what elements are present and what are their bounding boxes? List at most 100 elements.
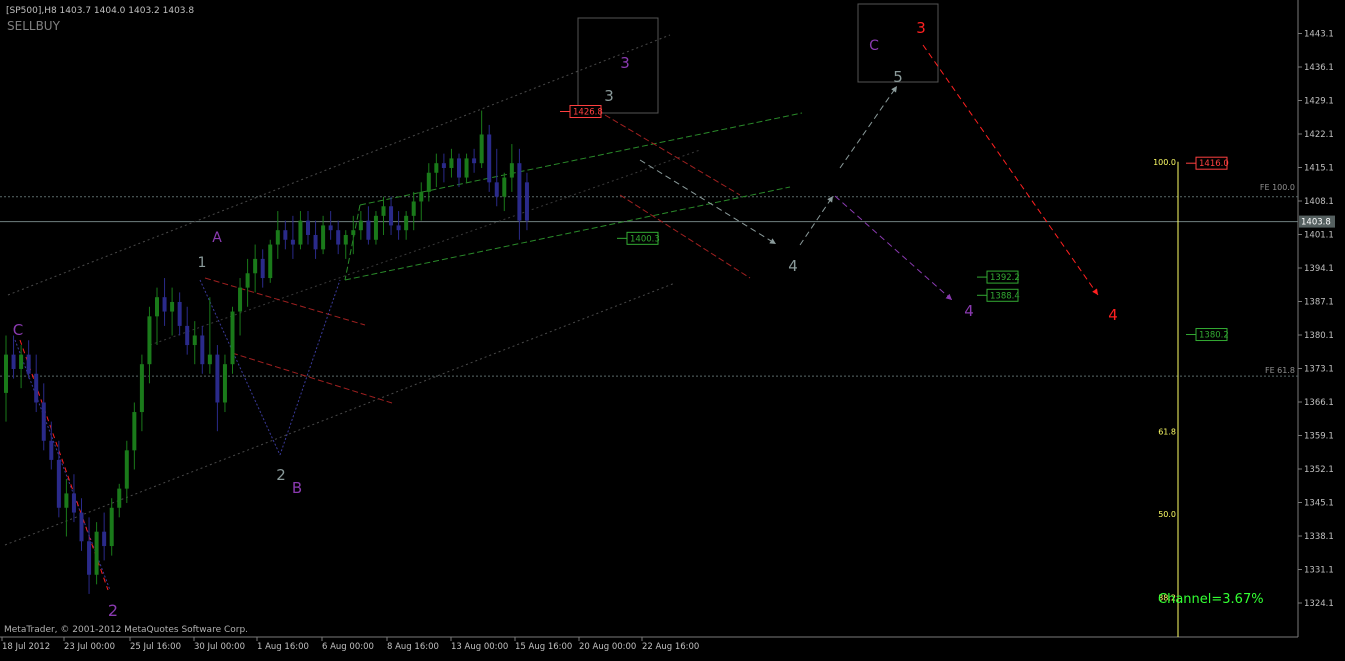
price-marker-label: 1416.0 (1199, 159, 1229, 169)
candle-body (404, 215, 409, 231)
wave-label-purple: 2 (108, 601, 118, 620)
candle-body (49, 440, 54, 460)
price-tick-label: 1408.1 (1304, 197, 1334, 207)
candle-body (290, 239, 295, 245)
candle-body (222, 364, 227, 403)
candle-body (472, 158, 477, 164)
price-tick-label: 1352.1 (1304, 465, 1334, 475)
candle-body (336, 230, 341, 245)
candle-body (321, 225, 326, 250)
wave-label-gray: 4 (788, 257, 798, 275)
candle-body (64, 493, 69, 508)
candle-body (449, 158, 454, 168)
time-tick-label: 20 Aug 00:00 (579, 642, 636, 652)
candle-body (411, 201, 416, 216)
candle-body (396, 225, 401, 231)
candle-body (41, 402, 46, 441)
candle-body (426, 172, 431, 192)
candle-body (200, 335, 205, 365)
candle-body (275, 230, 280, 245)
candle-body (253, 258, 258, 274)
copyright-text: MetaTrader, © 2001-2012 MetaQuotes Softw… (4, 625, 248, 635)
wave-label-gray: 5 (893, 68, 903, 86)
candle-body (102, 531, 107, 547)
price-tick-label: 1443.1 (1304, 30, 1334, 40)
price-tick-label: 1422.1 (1304, 130, 1334, 140)
price-marker-label: 1388.4 (990, 291, 1020, 301)
time-tick-label: 30 Jul 00:00 (194, 642, 245, 652)
fe-level-label: FE 100.0 (1260, 183, 1295, 192)
candle-body (238, 287, 243, 312)
price-tick-label: 1359.1 (1304, 432, 1334, 442)
candle-body (215, 354, 220, 403)
candle-body (162, 297, 167, 312)
price-tick-label: 1366.1 (1304, 398, 1334, 408)
candle-body (366, 220, 371, 240)
candle-body (457, 158, 461, 178)
candle-body (19, 354, 24, 369)
price-tick-label: 1429.1 (1304, 97, 1334, 107)
candle-body (230, 311, 235, 365)
candle-body (71, 493, 76, 513)
wave-label-purple: 4 (964, 302, 974, 320)
candle-body (479, 134, 484, 164)
time-tick-label: 18 Jul 2012 (2, 642, 50, 652)
candle-body (509, 163, 514, 178)
price-tick-label: 1338.1 (1304, 532, 1334, 542)
price-tick-label: 1380.1 (1304, 331, 1334, 341)
candle-body (419, 191, 424, 202)
time-tick-label: 1 Aug 16:00 (257, 642, 309, 652)
candle-body (124, 450, 129, 489)
candle-body (298, 220, 303, 245)
price-tick-label: 1394.1 (1304, 264, 1334, 274)
candle-body (11, 354, 16, 369)
price-tick-label: 1345.1 (1304, 499, 1334, 509)
candle-body (358, 220, 363, 231)
price-tick-label: 1387.1 (1304, 298, 1334, 308)
candle-body (192, 335, 197, 346)
price-tick-label: 1373.1 (1304, 365, 1334, 375)
fibo-level-label: 100.0 (1153, 158, 1176, 167)
candle-body (4, 354, 8, 393)
candle-body (524, 182, 529, 221)
candle-body (117, 488, 122, 508)
candle-body (343, 234, 348, 245)
wave-label-gray: 1 (198, 255, 207, 271)
candle-body (306, 220, 310, 235)
candle-body (351, 230, 356, 235)
candle-body (207, 354, 212, 365)
time-tick-label: 6 Aug 00:00 (322, 642, 374, 652)
candle-body (517, 163, 522, 221)
price-tick-label: 1436.1 (1304, 63, 1334, 73)
time-tick-label: 15 Aug 16:00 (515, 642, 572, 652)
price-chart[interactable]: FE 100.0FE 61.8 100.061.850.038.2 C21A2B… (0, 0, 1345, 657)
candle-body (245, 273, 250, 288)
candle-body (79, 512, 84, 542)
price-marker-label: 1426.8 (573, 108, 603, 118)
time-tick-label: 25 Jul 16:00 (130, 642, 181, 652)
chart-header: [SP500],H8 1403.7 1404.0 1403.2 1403.8 (6, 6, 194, 16)
wave-label-red: 4 (1108, 306, 1118, 324)
price-marker-label: 1400.3 (630, 234, 660, 244)
candle-body (185, 325, 190, 346)
price-tick-label: 1401.1 (1304, 231, 1334, 241)
time-tick-label: 23 Jul 00:00 (64, 642, 115, 652)
fibo-level-label: 50.0 (1158, 510, 1176, 519)
price-tick-label: 1324.1 (1304, 599, 1334, 609)
chart-background (0, 0, 1345, 657)
wave-label-purple: B (292, 479, 302, 497)
candle-body (268, 244, 273, 279)
candle-body (139, 364, 144, 413)
candle-body (373, 215, 378, 240)
fe-level-label: FE 61.8 (1265, 366, 1295, 375)
candle-body (502, 177, 507, 197)
time-tick-label: 8 Aug 16:00 (387, 642, 439, 652)
fibo-level-label: 61.8 (1158, 428, 1176, 437)
wave-label-purple: C (13, 321, 23, 339)
candle-body (170, 301, 175, 312)
candle-body (34, 373, 39, 403)
price-marker-label: 1392.2 (990, 273, 1020, 283)
candle-body (464, 158, 469, 178)
wave-label-purple: 3 (620, 54, 630, 72)
candle-body (494, 182, 499, 197)
